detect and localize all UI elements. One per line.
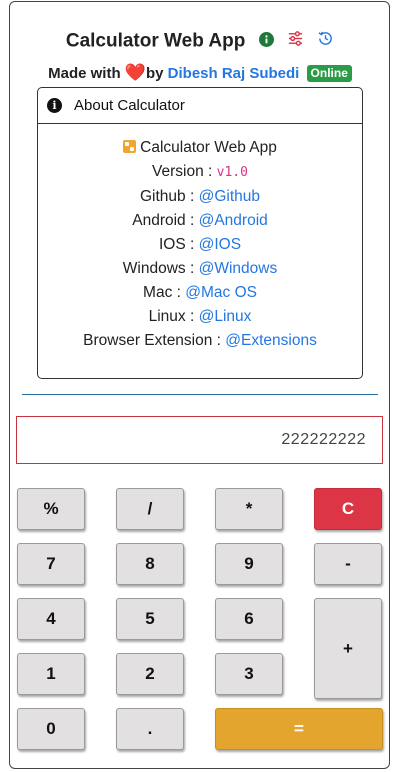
nine-button[interactable]: 9 <box>215 543 283 585</box>
about-link-row: Mac : @Mac OS <box>38 281 362 305</box>
version-label: Version : <box>152 163 213 180</box>
six-button[interactable]: 6 <box>215 598 283 640</box>
android-link[interactable]: @Android <box>199 212 268 229</box>
link-label: Browser Extension : <box>83 332 221 349</box>
minus-button[interactable]: - <box>314 543 382 585</box>
four-button[interactable]: 4 <box>17 598 85 640</box>
percent-button[interactable]: % <box>17 488 85 530</box>
page-title: Calculator Web App <box>65 30 246 52</box>
link-label: Github : <box>140 188 195 205</box>
clear-button[interactable]: C <box>314 488 382 530</box>
by-text: by <box>145 65 164 82</box>
title-row: Calculator Web App <box>0 30 400 53</box>
one-button[interactable]: 1 <box>17 653 85 695</box>
linux-link[interactable]: @Linux <box>199 308 252 325</box>
about-link-row: Android : @Android <box>38 209 362 233</box>
eight-button[interactable]: 8 <box>116 543 184 585</box>
about-link-row: IOS : @IOS <box>38 233 362 257</box>
about-card-body: Calculator Web App Version : v1.0 Github… <box>38 124 362 353</box>
divider <box>22 394 378 395</box>
link-label: Mac : <box>143 284 181 301</box>
credit-line: Made with ❤️by Dibesh Raj Subedi Online <box>0 63 400 83</box>
decimal-button[interactable]: . <box>116 708 184 750</box>
settings-sliders-icon[interactable] <box>287 30 304 53</box>
info-icon: i <box>47 98 62 113</box>
windows-link[interactable]: @Windows <box>199 260 278 277</box>
zero-button[interactable]: 0 <box>17 708 85 750</box>
about-card: i About Calculator Calculator Web App Ve… <box>37 87 363 379</box>
status-badge: Online <box>306 65 352 82</box>
about-app-name-row: Calculator Web App <box>38 136 362 160</box>
divide-button[interactable]: / <box>116 488 184 530</box>
version-value: v1.0 <box>216 165 248 180</box>
link-label: IOS : <box>158 236 195 253</box>
info-icon[interactable] <box>258 31 274 53</box>
github-link[interactable]: @Github <box>199 188 260 205</box>
app-icon <box>123 140 137 153</box>
five-button[interactable]: 5 <box>116 598 184 640</box>
made-with-text: Made with <box>48 65 121 82</box>
about-link-row: Windows : @Windows <box>38 257 362 281</box>
link-label: Android : <box>132 212 195 229</box>
history-clock-icon[interactable] <box>317 30 334 53</box>
calculator-display[interactable]: 222222222 <box>16 416 383 464</box>
about-link-row: Browser Extension : @Extensions <box>38 329 362 353</box>
about-link-row: Linux : @Linux <box>38 305 362 329</box>
two-button[interactable]: 2 <box>116 653 184 695</box>
equals-button[interactable]: = <box>215 708 383 750</box>
about-card-header: i About Calculator <box>38 88 362 124</box>
three-button[interactable]: 3 <box>215 653 283 695</box>
about-heading: About Calculator <box>74 97 185 114</box>
mac-link[interactable]: @Mac OS <box>185 284 257 301</box>
seven-button[interactable]: 7 <box>17 543 85 585</box>
plus-button[interactable]: + <box>314 598 382 699</box>
link-label: Linux : <box>148 308 195 325</box>
author-link[interactable]: Dibesh Raj Subedi <box>168 65 300 82</box>
multiply-button[interactable]: * <box>215 488 283 530</box>
link-label: Windows : <box>122 260 195 277</box>
extensions-link[interactable]: @Extensions <box>225 332 317 349</box>
about-version-row: Version : v1.0 <box>38 160 362 185</box>
about-app-name: Calculator Web App <box>140 139 277 156</box>
ios-link[interactable]: @IOS <box>199 236 241 253</box>
about-link-row: Github : @Github <box>38 185 362 209</box>
heart-icon: ❤️ <box>124 63 146 82</box>
